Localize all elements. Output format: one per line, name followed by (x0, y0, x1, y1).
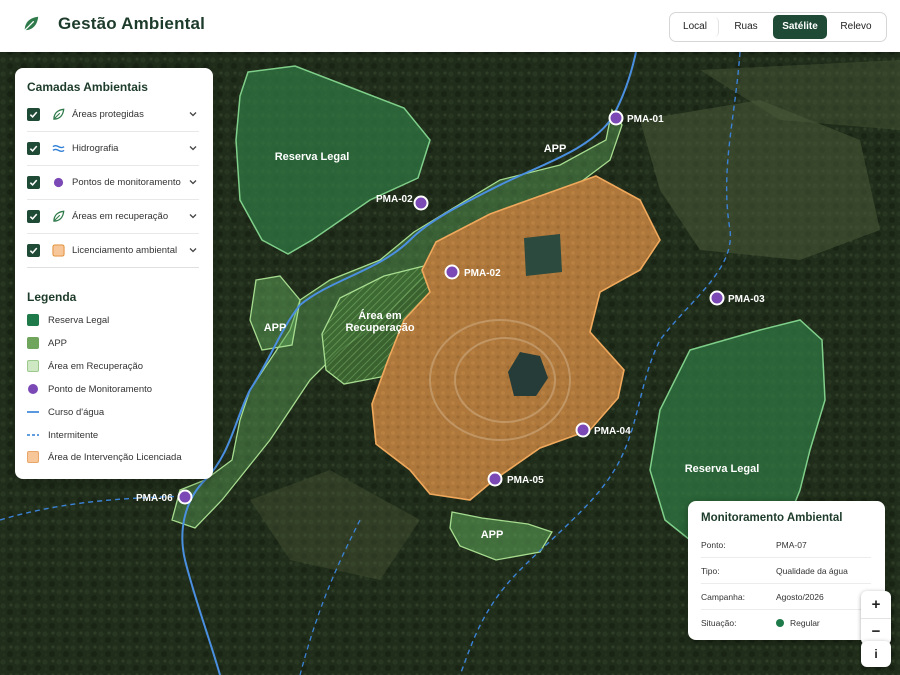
waves-icon (50, 140, 66, 156)
info-key: Campanha: (701, 592, 745, 602)
chevron-down-icon[interactable] (187, 176, 199, 188)
legend-item: APP (27, 335, 67, 351)
info-value: Qualidade da água (776, 566, 848, 576)
point-label: PMA-05 (507, 475, 544, 486)
legend-swatch (27, 337, 39, 349)
label-app: APP (481, 529, 504, 541)
zoom-in-button[interactable]: + (861, 591, 891, 619)
layer-label: Licenciamento ambiental (72, 244, 178, 256)
legend-item: Intermitente (27, 427, 98, 443)
monitoring-point[interactable]: PMA-02 (444, 264, 502, 280)
layer-checkbox[interactable] (27, 175, 40, 189)
legend-swatch (27, 451, 39, 463)
legend-item: Ponto de Monitoramento (27, 381, 152, 397)
info-value-status: Regular (776, 618, 820, 628)
layers-panel-title: Camadas Ambientais (27, 80, 148, 94)
layers-panel: Camadas Ambientais Áreas protegidas Hidr… (15, 68, 213, 479)
info-key: Ponto: (701, 540, 726, 550)
brand: Gestão Ambiental (22, 14, 205, 34)
leaf-icon (50, 208, 66, 224)
info-button[interactable]: i (861, 641, 891, 667)
legend-label: Ponto de Monitoramento (48, 383, 153, 395)
info-panel-title: Monitoramento Ambiental (701, 512, 843, 524)
info-value: Agosto/2026 (776, 592, 824, 602)
tab-ruas[interactable]: Ruas (719, 15, 773, 39)
legend-label: Intermitente (48, 429, 99, 441)
legend-item: Reserva Legal (27, 312, 109, 328)
layer-checkbox[interactable] (27, 243, 40, 257)
layer-checkbox[interactable] (27, 209, 40, 223)
settling-pond (524, 234, 562, 276)
legend-item: Curso d'água (27, 404, 104, 420)
label-app: APP (544, 143, 567, 155)
point-label: PMA-06 (136, 493, 173, 504)
monitoring-info-panel: Monitoramento Ambiental Ponto: PMA-07 Ti… (688, 501, 885, 640)
label-app: APP (264, 322, 287, 334)
legend-label: Curso d'água (48, 406, 105, 418)
point-label: PMA-02 (376, 194, 413, 205)
info-key: Tipo: (701, 566, 720, 576)
info-value: PMA-07 (776, 540, 807, 550)
legend-label: Área de Intervenção Licenciada (48, 451, 182, 463)
legend-item: Área de Intervenção Licenciada (27, 449, 182, 465)
monitoring-point[interactable]: PMA-06 (136, 489, 193, 505)
legend-line (27, 411, 39, 413)
layer-checkbox[interactable] (27, 107, 40, 121)
tab-relevo[interactable]: Relevo (827, 15, 885, 39)
layer-label: Hidrografia (72, 142, 119, 154)
point-label: PMA-03 (728, 294, 765, 305)
zoom-controls: + − (861, 591, 891, 645)
legend-label: Área em Recuperação (48, 360, 144, 372)
label-reserva-legal: Reserva Legal (685, 463, 760, 475)
dot-icon (50, 174, 66, 190)
layer-pontos-monitoramento[interactable]: Pontos de monitoramento (27, 165, 199, 200)
tab-satelite[interactable]: Satélite (773, 15, 827, 39)
chevron-down-icon[interactable] (187, 142, 199, 154)
layer-label: Áreas em recuperação (72, 210, 169, 222)
label-area-em: Área em (358, 309, 402, 322)
legend-swatch (27, 314, 39, 326)
layer-checkbox[interactable] (27, 141, 40, 155)
legend-swatch (27, 360, 39, 372)
map-style-tabs: Local Ruas Satélite Relevo (669, 12, 887, 42)
chevron-down-icon[interactable] (187, 108, 199, 120)
legend-dot (28, 384, 38, 394)
layer-areas-protegidas[interactable]: Áreas protegidas (27, 97, 199, 132)
chevron-down-icon[interactable] (187, 244, 199, 256)
square-icon (50, 242, 66, 258)
label-recuperacao: Recuperação (345, 322, 414, 334)
status-text: Regular (790, 618, 820, 628)
monitoring-point[interactable]: PMA-04 (575, 422, 632, 438)
tab-local[interactable]: Local (672, 17, 719, 37)
point-label: PMA-04 (594, 426, 631, 437)
leaf-logo-icon (24, 16, 39, 31)
legend-item: Área em Recuperação (27, 358, 143, 374)
monitoring-point[interactable]: PMA-05 (487, 471, 545, 487)
info-row: Tipo: Qualidade da água (701, 558, 871, 584)
legend-dash (27, 434, 39, 436)
top-bar: Gestão Ambiental Local Ruas Satélite Rel… (0, 0, 900, 52)
leaf-icon (50, 106, 66, 122)
chevron-down-icon[interactable] (187, 210, 199, 222)
info-row: Campanha: Agosto/2026 (701, 584, 871, 610)
monitoring-point[interactable]: PMA-01 (608, 110, 665, 126)
info-key: Situação: (701, 618, 737, 628)
layer-label: Pontos de monitoramento (72, 176, 181, 188)
layer-licenciamento[interactable]: Licenciamento ambiental (27, 233, 199, 268)
point-label: PMA-01 (627, 114, 664, 125)
info-row: Situação: Regular (701, 610, 871, 635)
info-row: Ponto: PMA-07 (701, 532, 871, 558)
point-label: PMA-02 (464, 268, 501, 279)
layer-areas-recuperacao[interactable]: Áreas em recuperação (27, 199, 199, 234)
legend-label: Reserva Legal (48, 314, 110, 326)
legend-title: Legenda (27, 290, 77, 304)
legend-label: APP (48, 337, 68, 349)
label-reserva-legal: Reserva Legal (275, 151, 350, 163)
layer-hidrografia[interactable]: Hidrografia (27, 131, 199, 166)
status-dot-icon (776, 619, 784, 627)
layer-label: Áreas protegidas (72, 108, 144, 120)
monitoring-point[interactable]: PMA-03 (709, 290, 766, 306)
app-title: Gestão Ambiental (58, 14, 206, 33)
